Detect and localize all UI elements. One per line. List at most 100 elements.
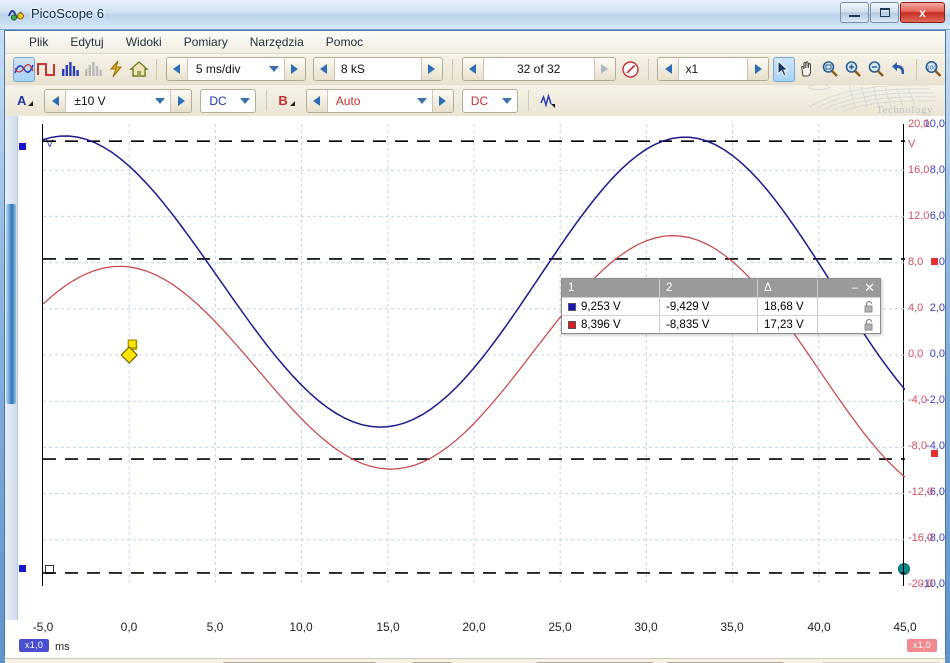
x-tick: 10,0 — [289, 620, 313, 634]
chevron-down-icon — [240, 97, 251, 104]
samples-next-button[interactable] — [420, 58, 442, 80]
spectrum-mode-icon[interactable] — [59, 57, 81, 82]
x-tick: 25,0 — [548, 620, 572, 634]
capture-prev-button[interactable] — [462, 58, 484, 80]
right-tick: 20,0 — [908, 118, 930, 130]
channel-b-range-next[interactable] — [431, 89, 453, 112]
toolbar-divider-3 — [647, 58, 649, 80]
capture-value[interactable]: 32 of 32 — [483, 58, 594, 80]
title-bar: PicoScope 6 x — [0, 0, 950, 30]
channel-b-range-control[interactable]: Auto — [305, 88, 454, 113]
hand-tool-icon[interactable] — [796, 57, 818, 82]
channel-a-coupling-combo[interactable]: DC — [200, 88, 257, 113]
picoscope-app-icon — [8, 5, 25, 22]
ruler-close-button[interactable]: ✕ — [864, 280, 875, 296]
channel-a-label: A — [17, 93, 27, 108]
zoom-factor-value[interactable]: x1 — [679, 58, 748, 80]
x-tick: 45,0 — [893, 620, 917, 634]
zoom-100-tool-icon[interactable]: 100 — [923, 57, 945, 82]
samples-prev-button[interactable] — [313, 58, 335, 80]
channel-a-lock-icon[interactable] — [864, 298, 880, 315]
right-tick: -4,0 — [908, 394, 927, 406]
channel-b-color-swatch — [568, 320, 576, 329]
scope-mode-icon[interactable] — [13, 56, 35, 82]
channel-divider — [266, 90, 268, 111]
channel-a-tag[interactable]: A — [13, 93, 39, 108]
channel-b-ruler2-value: -8,835 V — [660, 316, 758, 333]
x-axis: -5,0 0,0 5,0 10,0 15,0 20,0 25,0 30,0 35… — [5, 620, 945, 658]
channel-a-range-prev[interactable] — [45, 89, 67, 112]
samples-control[interactable]: 8 kS — [312, 57, 443, 81]
x-tick: -5,0 — [32, 620, 54, 634]
close-button[interactable]: x — [900, 2, 945, 23]
chevron-down-icon — [268, 66, 279, 72]
menu-pomiary[interactable]: Pomiary — [174, 32, 238, 52]
signal-generator-icon[interactable] — [105, 57, 127, 82]
channel-a-delta-value: 18,68 V — [758, 298, 818, 315]
ruler-measurements-panel[interactable]: 1 2 Δ – ✕ 9,253 V -9,429 V 18,68 V 8,396… — [561, 278, 881, 334]
channel-a-range-control[interactable]: ±10 V — [44, 88, 193, 113]
menu-edytuj[interactable]: Edytuj — [60, 32, 113, 52]
math-channel-icon[interactable] — [536, 88, 562, 113]
channel-b-lock-icon[interactable] — [864, 316, 880, 333]
capture-buffer-icon[interactable] — [620, 57, 642, 82]
channel-b-range-combo[interactable]: Auto — [327, 89, 432, 112]
timebase-next-button[interactable] — [283, 58, 305, 80]
zoom-prev-button[interactable] — [658, 58, 680, 80]
channel-a-offset-marker[interactable] — [18, 142, 27, 151]
timebase-prev-button[interactable] — [166, 58, 188, 80]
right-tick: -20,0 — [908, 578, 934, 590]
menu-narzedzia[interactable]: Narzędzia — [240, 32, 314, 52]
right-axis-scale-badge[interactable]: x1,0 — [906, 639, 937, 652]
minimize-button[interactable] — [840, 2, 869, 23]
menu-bar: Plik Edytuj Widoki Pomiary Narzędzia Pom… — [5, 31, 945, 53]
zoom-window-tool-icon[interactable] — [819, 57, 841, 82]
plot-canvas[interactable] — [42, 124, 905, 586]
left-axis-scale-badge[interactable]: x1,0 — [19, 639, 50, 652]
zoom-next-button[interactable] — [747, 58, 769, 80]
channel-b-tag[interactable]: B — [274, 93, 300, 108]
capture-control[interactable]: 32 of 32 — [461, 57, 616, 81]
zoom-in-tool-icon[interactable] — [842, 57, 864, 82]
zoom-out-tool-icon[interactable] — [865, 57, 887, 82]
channel-a-range-combo[interactable]: ±10 V — [66, 89, 171, 112]
x-tick: 0,0 — [120, 620, 138, 634]
square-wave-mode-icon[interactable] — [36, 57, 58, 82]
scrollbar-thumb[interactable] — [6, 204, 16, 404]
ruler-minimize-button[interactable]: – — [852, 282, 858, 294]
samples-value[interactable]: 8 kS — [334, 58, 421, 80]
channel-b-coupling-combo[interactable]: DC — [461, 88, 518, 113]
right-tick: 8,0 — [908, 256, 924, 268]
pointer-tool-icon[interactable] — [773, 56, 796, 82]
vertical-scrollbar[interactable] — [5, 116, 18, 620]
channel-b-offset-marker-low[interactable] — [930, 449, 939, 458]
channel-a-ruler1-value: 9,253 V — [581, 300, 621, 313]
channel-a-range-next[interactable] — [170, 89, 192, 112]
channel-b-offset-marker[interactable] — [930, 257, 939, 266]
maximize-button[interactable] — [870, 2, 899, 23]
channel-b-ruler1-value: 8,396 V — [581, 318, 621, 331]
main-toolbar: 5 ms/div 8 kS 32 of 32 x1 100 — [5, 53, 945, 84]
menu-widoki[interactable]: Widoki — [116, 32, 172, 52]
window-buttons: x — [840, 2, 945, 23]
window-title: PicoScope 6 — [31, 6, 104, 21]
timebase-control[interactable]: 5 ms/div — [165, 57, 306, 81]
right-axis-unit: V — [908, 138, 916, 150]
home-icon[interactable] — [128, 57, 150, 82]
channel-b-range-prev[interactable] — [306, 89, 328, 112]
timebase-combo[interactable]: 5 ms/div — [187, 58, 284, 80]
trigger-marker — [120, 339, 139, 364]
menu-pomoc[interactable]: Pomoc — [316, 32, 373, 52]
x-tick: 5,0 — [206, 620, 224, 634]
channel-a-coupling-value: DC — [209, 93, 227, 108]
menu-plik[interactable]: Plik — [19, 32, 58, 52]
capture-next-button[interactable] — [593, 58, 615, 80]
undo-zoom-tool-icon[interactable] — [888, 57, 910, 82]
channel-a-offset-marker-low[interactable] — [18, 564, 27, 573]
zoom-factor-control[interactable]: x1 — [657, 57, 770, 81]
scope-graph[interactable]: 10,0 V 8,0 6,0 4,0 2,0 0,0 -2,0 -4,0 -6,… — [5, 116, 945, 620]
channel-a-menu-icon — [28, 101, 34, 106]
right-tick: 0,0 — [908, 348, 924, 360]
chevron-down-icon — [501, 97, 512, 104]
x-tick: 20,0 — [462, 620, 486, 634]
